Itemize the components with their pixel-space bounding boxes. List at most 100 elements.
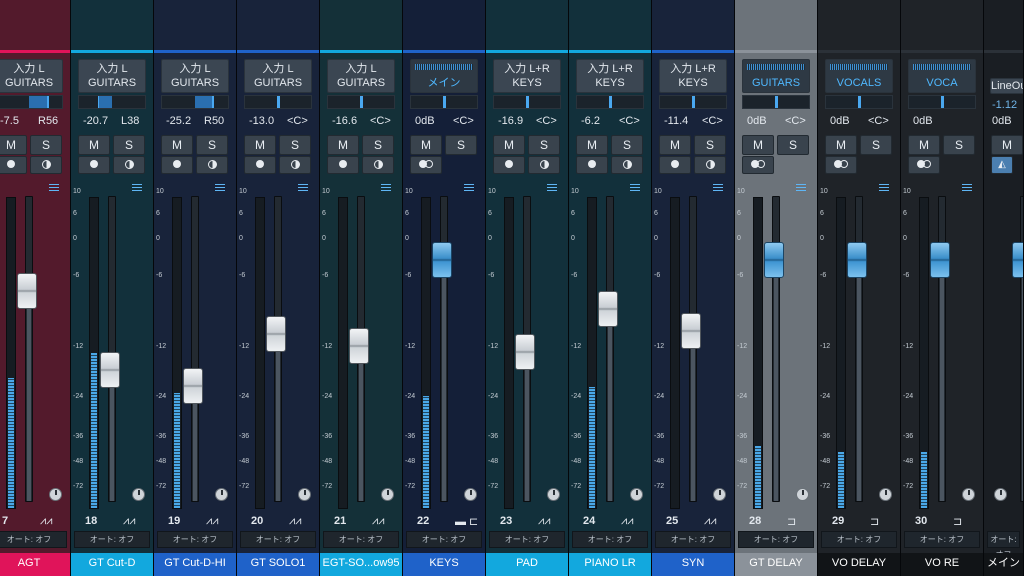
pan-slider[interactable] [742,95,810,109]
solo-button[interactable]: S [694,135,726,155]
volume-fader-handle[interactable] [17,272,37,309]
output-gain-knob[interactable] [994,488,1007,501]
mute-button[interactable]: M [825,135,857,155]
input-selector[interactable]: 入力 L+R KEYS [493,59,561,93]
input-selector[interactable]: 入力 L GUITARS [161,59,229,93]
input-gain-knob[interactable] [630,488,643,501]
pan-slider[interactable] [327,95,395,109]
solo-button[interactable]: S [113,135,145,155]
monitor-button[interactable] [362,156,394,174]
solo-button[interactable]: S [528,135,560,155]
input-gain-knob[interactable] [464,488,477,501]
pan-slider[interactable] [493,95,561,109]
channel-name[interactable]: VO RE [901,553,983,576]
input-selector[interactable]: 入力 L+R KEYS [576,59,644,93]
input-selector[interactable]: VOCALS [825,59,893,93]
record-button[interactable] [327,156,359,174]
monitor-button[interactable] [611,156,643,174]
channel-name[interactable]: EGT-SO...ow95 [320,553,402,576]
record-button[interactable] [161,156,193,174]
input-gain-knob[interactable] [796,488,809,501]
record-button[interactable] [78,156,110,174]
link-button[interactable] [908,156,940,174]
monitor-button[interactable] [528,156,560,174]
input-gain-knob[interactable] [132,488,145,501]
monitor-button[interactable] [30,156,62,174]
record-button[interactable] [659,156,691,174]
automation-mode[interactable]: オート: オフ [74,531,150,548]
pan-slider[interactable] [161,95,229,109]
channel-name[interactable]: VO DELAY [818,553,900,576]
input-gain-knob[interactable] [713,488,726,501]
input-gain-knob[interactable] [381,488,394,501]
input-selector[interactable]: 入力 L GUITARS [78,59,146,93]
solo-button[interactable]: S [30,135,62,155]
volume-fader-handle[interactable] [764,242,784,279]
mute-button[interactable]: M [742,135,774,155]
volume-fader-handle[interactable] [100,352,120,389]
volume-fader-handle[interactable] [432,242,452,279]
record-button[interactable] [244,156,276,174]
solo-button[interactable]: S [860,135,892,155]
channel-name[interactable]: GT DELAY [735,553,817,576]
channel-name[interactable]: PAD [486,553,568,576]
input-gain-knob[interactable] [215,488,228,501]
volume-fader-handle[interactable] [681,312,701,349]
pan-slider[interactable] [576,95,644,109]
mute-button[interactable]: M [659,135,691,155]
monitor-button[interactable] [196,156,228,174]
channel-name[interactable]: GT SOLO1 [237,553,319,576]
pan-slider[interactable] [0,95,63,109]
monitor-button[interactable] [279,156,311,174]
volume-fader-track[interactable] [689,196,697,502]
link-button[interactable] [410,156,442,174]
volume-fader-track[interactable] [606,196,614,502]
volume-fader-handle[interactable] [1012,242,1023,279]
mute-button[interactable]: M [991,135,1023,155]
channel-name[interactable]: SYN [652,553,734,576]
mute-button[interactable]: M [0,135,27,155]
channel-name[interactable]: メイン [984,553,1023,576]
input-gain-knob[interactable] [49,488,62,501]
automation-mode[interactable]: オート: オフ [987,531,1020,559]
volume-fader-handle[interactable] [847,242,867,279]
volume-fader-handle[interactable] [515,334,535,371]
mute-button[interactable]: M [78,135,110,155]
solo-button[interactable]: S [279,135,311,155]
mute-button[interactable]: M [908,135,940,155]
mute-button[interactable]: M [327,135,359,155]
input-selector[interactable]: VOCA [908,59,976,93]
automation-mode[interactable]: オート: オフ [821,531,897,548]
channel-name[interactable]: GT Cut-D-HI [154,553,236,576]
solo-button[interactable]: S [943,135,975,155]
pan-slider[interactable] [825,95,893,109]
record-button[interactable] [493,156,525,174]
input-gain-knob[interactable] [298,488,311,501]
solo-button[interactable]: S [362,135,394,155]
automation-mode[interactable]: オート: オフ [406,531,482,548]
volume-fader-handle[interactable] [598,291,618,328]
automation-mode[interactable]: オート: オフ [240,531,316,548]
link-button[interactable] [825,156,857,174]
analyzer-button[interactable]: ◭ [991,156,1013,174]
input-selector[interactable]: 入力 L GUITARS [327,59,395,93]
automation-mode[interactable]: オート: オフ [572,531,648,548]
automation-mode[interactable]: オート: オフ [738,531,814,548]
link-button[interactable] [742,156,774,174]
input-selector[interactable]: メイン [410,59,478,93]
output-selector[interactable]: LineOut1+2 [990,78,1023,94]
pan-slider[interactable] [410,95,478,109]
volume-fader-handle[interactable] [266,315,286,352]
volume-fader-handle[interactable] [183,367,203,404]
channel-name[interactable]: AGT [0,553,70,576]
monitor-button[interactable] [694,156,726,174]
channel-name[interactable]: KEYS [403,553,485,576]
automation-mode[interactable]: オート: オフ [323,531,399,548]
input-selector[interactable]: 入力 L GUITARS [244,59,312,93]
solo-button[interactable]: S [196,135,228,155]
mute-button[interactable]: M [244,135,276,155]
pan-slider[interactable] [244,95,312,109]
monitor-button[interactable] [113,156,145,174]
automation-mode[interactable]: オート: オフ [655,531,731,548]
volume-fader-track[interactable] [108,196,116,502]
